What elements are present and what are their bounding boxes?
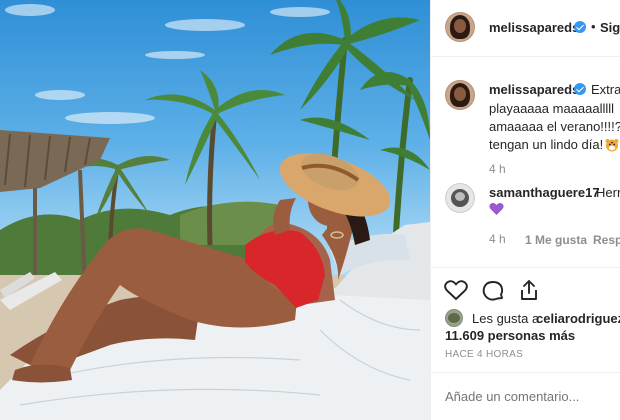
avatar-ring bbox=[445, 80, 475, 110]
author-avatar[interactable] bbox=[445, 12, 475, 42]
comment-reply-button[interactable]: Respo bbox=[593, 233, 620, 247]
post-header: melissapareds • Sigu bbox=[431, 0, 620, 57]
follow-button[interactable]: Sigu bbox=[600, 20, 620, 35]
post-photo[interactable] bbox=[0, 0, 430, 420]
post-age: HACE 4 HORAS bbox=[445, 349, 524, 360]
comment-likes-count[interactable]: 1 Me gusta bbox=[525, 233, 587, 247]
caption-author-username[interactable]: melissapareds bbox=[489, 82, 579, 97]
caption-timestamp: 4 h bbox=[489, 162, 506, 176]
caption-line-2: playaaaaa maaaaalllll bbox=[489, 101, 615, 116]
comment-timestamp: 4 h bbox=[489, 232, 506, 246]
verified-badge-icon bbox=[574, 21, 586, 33]
caption-author-avatar[interactable] bbox=[445, 80, 475, 110]
avatar-ring bbox=[445, 309, 463, 327]
verified-badge-icon bbox=[574, 83, 586, 95]
commenter-avatar[interactable] bbox=[445, 183, 475, 213]
comment-bubble-icon[interactable] bbox=[481, 279, 505, 303]
likes-others-count[interactable]: 11.609 personas más bbox=[445, 328, 575, 343]
comment-text: Herr bbox=[596, 185, 620, 200]
add-comment-input[interactable] bbox=[445, 389, 620, 404]
action-bar-divider bbox=[431, 267, 620, 268]
author-username[interactable]: melissapareds bbox=[489, 20, 579, 35]
add-comment-bar bbox=[431, 372, 620, 420]
likes-username[interactable]: celiarodriguezt bbox=[536, 311, 620, 326]
share-arrow-icon[interactable] bbox=[517, 278, 541, 302]
post-details-panel: melissapareds • Sigu melissapareds Extra… bbox=[430, 0, 620, 420]
commenter-username[interactable]: samanthaguere17 bbox=[489, 185, 600, 200]
caption-line-1: Extran bbox=[591, 82, 620, 97]
tiger-face-emoji-icon bbox=[605, 139, 619, 152]
caption-line-3: amaaaaa el verano!!!!?? bbox=[489, 119, 620, 134]
purple-heart-icon bbox=[489, 203, 504, 215]
heart-outline-icon[interactable] bbox=[444, 279, 468, 301]
liker-avatar[interactable] bbox=[445, 309, 463, 327]
avatar-ring bbox=[445, 183, 475, 213]
caption-line-4: tengan un lindo día! bbox=[489, 137, 607, 152]
avatar-ring bbox=[445, 12, 475, 42]
likes-prefix: Les gusta a bbox=[472, 311, 540, 326]
header-separator: • bbox=[591, 19, 596, 34]
beach-photo-illustration bbox=[0, 0, 430, 420]
